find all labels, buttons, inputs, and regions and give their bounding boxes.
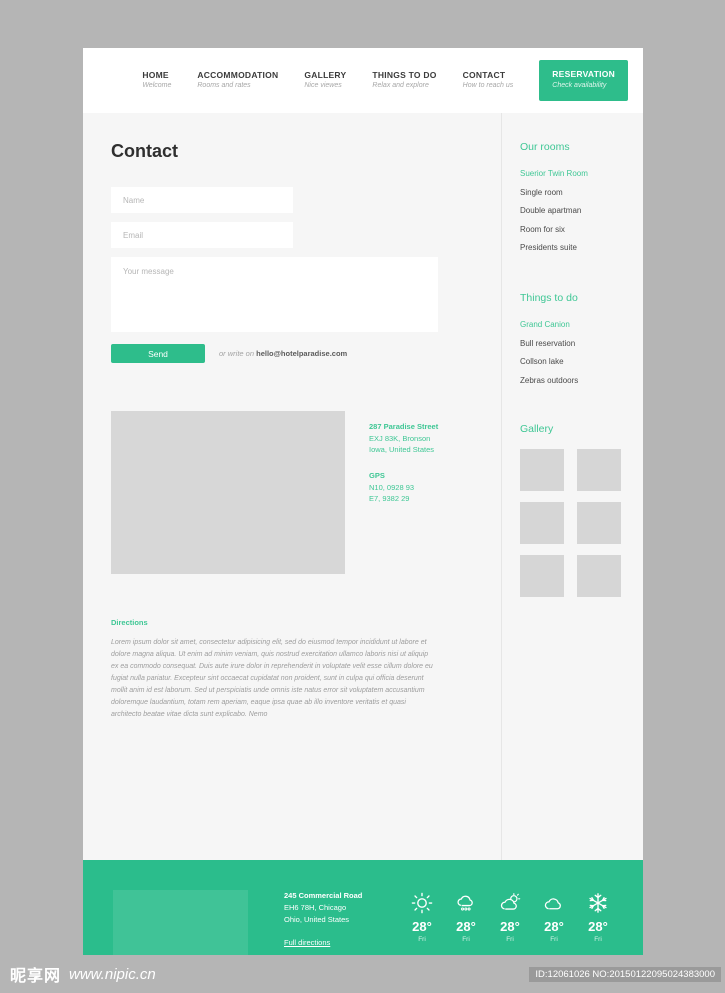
weather-temp: 28° <box>412 919 432 934</box>
nav-item-title: HOME <box>142 69 169 80</box>
nav-item-things-to-do[interactable]: THINGS TO DO Relax and explore <box>372 70 436 91</box>
watermark-url: www.nipic.cn <box>69 965 156 983</box>
nav-item-subtitle: Relax and explore <box>372 82 429 90</box>
sidebar-item-bull-reservation[interactable]: Bull reservation <box>520 339 643 348</box>
page-title: Contact <box>111 141 178 161</box>
sidebar-things-title: Things to do <box>520 292 578 304</box>
main-navigation: HOME Welcome ACCOMMODATION Rooms and rat… <box>83 48 643 113</box>
or-write-text: or write on hello@hotelparadise.com <box>219 349 347 358</box>
footer-address: 245 Commercial Road EH6 78H, Chicago Ohi… <box>284 890 362 950</box>
website-page: HOME Welcome ACCOMMODATION Rooms and rat… <box>83 48 643 955</box>
address-line2: EXJ 83K, Bronson <box>369 433 431 443</box>
map-row: 287 Paradise Street EXJ 83K, Bronson Iow… <box>111 411 501 574</box>
sidebar-item-collson-lake[interactable]: Collson lake <box>520 357 643 366</box>
nav-item-accommodation[interactable]: ACCOMMODATION Rooms and rates <box>197 70 278 91</box>
sidebar: Our rooms Suerior Twin Room Single room … <box>501 113 643 860</box>
weather-temp: 28° <box>544 919 564 934</box>
sidebar-gallery-title: Gallery <box>520 422 554 435</box>
map-placeholder[interactable] <box>111 411 345 574</box>
address-street: 287 Paradise Street <box>369 422 439 431</box>
gallery-grid <box>520 448 643 597</box>
nav-item-subtitle: Nice viewes <box>304 82 342 90</box>
sidebar-rooms-title: Our rooms <box>520 141 570 153</box>
footer-address-line2: EH6 78H, Chicago <box>284 903 347 913</box>
weather-day: 28° Fri <box>495 892 525 943</box>
nav-item-subtitle: How to reach us <box>462 82 514 90</box>
weather-temp: 28° <box>588 919 608 934</box>
sidebar-item-zebras-outdoors[interactable]: Zebras outdoors <box>520 376 643 385</box>
watermark-bar: 昵享网 www.nipic.cn ID:12061026 NO:20150122… <box>0 955 725 993</box>
weather-day: 28° Fri <box>539 892 569 943</box>
address-line3: Iowa, United States <box>369 445 435 455</box>
nav-item-title: GALLERY <box>304 69 347 80</box>
email-input[interactable] <box>111 222 293 248</box>
footer-top-row: 245 Commercial Road EH6 78H, Chicago Ohi… <box>113 890 613 955</box>
nav-item-subtitle: Rooms and rates <box>197 82 251 90</box>
site-footer: 245 Commercial Road EH6 78H, Chicago Ohi… <box>83 860 643 955</box>
nav-item-title: THINGS TO DO <box>372 69 437 80</box>
nav-item-title: CONTACT <box>462 69 506 80</box>
watermark-id: ID:12061026 NO:20150122095024383000 <box>529 966 721 982</box>
footer-address-line3: Ohio, United States <box>284 915 350 925</box>
nav-item-contact[interactable]: CONTACT How to reach us <box>463 70 514 91</box>
weather-day: 28° Fri <box>407 892 437 943</box>
gps-label: GPS <box>369 470 385 480</box>
weather-temp: 28° <box>500 919 520 934</box>
or-write-prefix: or write on <box>219 349 257 358</box>
directions-text: Lorem ipsum dolor sit amet, consectetur … <box>111 639 433 719</box>
rain-cloud-icon <box>457 895 473 911</box>
gallery-thumbnail[interactable] <box>520 554 564 597</box>
reservation-button[interactable]: RESERVATION Check availability <box>539 60 628 101</box>
sidebar-item-single-room[interactable]: Single room <box>520 188 643 197</box>
gps-longitude: E7, 9382 29 <box>369 494 410 504</box>
nav-item-gallery[interactable]: GALLERY Nice viewes <box>304 70 346 91</box>
weather-dayname: Fri <box>594 936 602 943</box>
directions-title: Directions <box>111 618 148 627</box>
reservation-title: RESERVATION <box>552 69 615 80</box>
gallery-thumbnail[interactable] <box>520 501 564 544</box>
weather-dayname: Fri <box>418 936 426 943</box>
gallery-thumbnail[interactable] <box>577 448 621 491</box>
sidebar-item-room-for-six[interactable]: Room for six <box>520 225 643 234</box>
sidebar-item-double-apartman[interactable]: Double apartman <box>520 206 643 215</box>
send-button[interactable]: Send <box>111 344 205 363</box>
weather-dayname: Fri <box>462 936 470 943</box>
sun-behind-cloud-icon <box>500 893 521 910</box>
address-block: 287 Paradise Street EXJ 83K, Bronson Iow… <box>369 411 438 574</box>
nav-item-home[interactable]: HOME Welcome <box>142 70 171 91</box>
content-area: Contact Send or write on hello@hotelpara… <box>83 113 643 860</box>
contact-email[interactable]: hello@hotelparadise.com <box>256 349 347 358</box>
name-input[interactable] <box>111 187 293 213</box>
gallery-thumbnail[interactable] <box>577 501 621 544</box>
main-column: Contact Send or write on hello@hotelpara… <box>83 113 501 860</box>
weather-dayname: Fri <box>506 936 514 943</box>
watermark-logo: 昵享网 <box>10 968 62 985</box>
gallery-thumbnail[interactable] <box>520 448 564 491</box>
sidebar-item-grand-canion[interactable]: Grand Canion <box>520 320 643 329</box>
weather-widget: 28° Fri 28° Fri 28° Fri 28° Fri 28° Fri <box>407 890 613 943</box>
weather-day: 28° Fri <box>451 892 481 943</box>
footer-map-placeholder[interactable] <box>113 890 248 955</box>
full-directions-link[interactable]: Full directions <box>284 937 330 949</box>
footer-address-street: 245 Commercial Road <box>284 891 363 900</box>
sidebar-item-superior-twin-room[interactable]: Suerior Twin Room <box>520 169 643 178</box>
reservation-subtitle: Check availability <box>552 81 607 89</box>
sun-icon <box>411 892 433 914</box>
weather-dayname: Fri <box>550 936 558 943</box>
send-row: Send or write on hello@hotelparadise.com <box>111 344 501 363</box>
snowflake-icon <box>589 893 607 913</box>
cloud-icon <box>544 898 561 910</box>
nav-item-subtitle: Welcome <box>142 82 172 90</box>
sidebar-item-presidents-suite[interactable]: Presidents suite <box>520 243 643 252</box>
nav-item-title: ACCOMMODATION <box>197 69 279 80</box>
weather-day: 28° Fri <box>583 892 613 943</box>
weather-temp: 28° <box>456 919 476 934</box>
gallery-thumbnail[interactable] <box>577 554 621 597</box>
message-textarea[interactable] <box>111 257 438 332</box>
gps-latitude: N10, 0928 93 <box>369 482 415 492</box>
